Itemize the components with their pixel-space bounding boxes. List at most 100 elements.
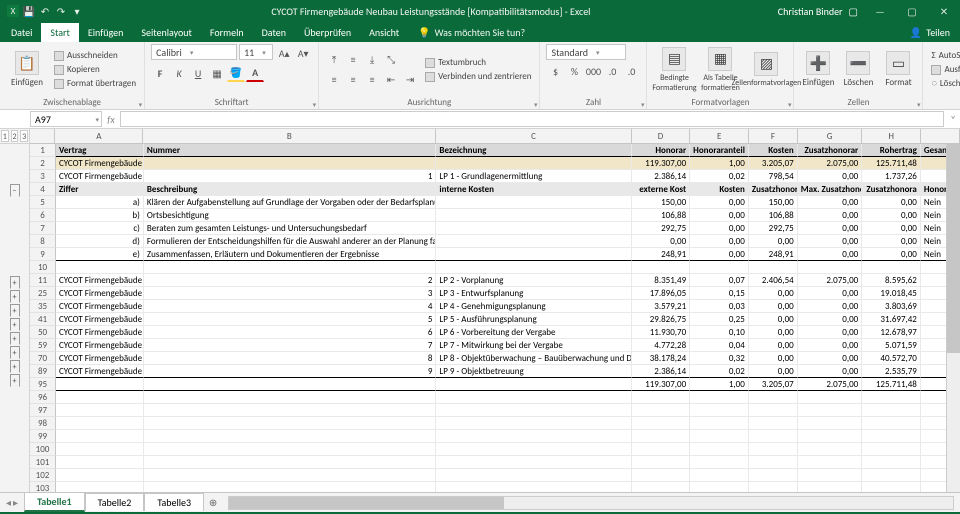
cell[interactable]: 0,00	[798, 222, 863, 235]
row-header[interactable]: 50	[30, 326, 56, 339]
col-header-A[interactable]: A	[55, 129, 143, 143]
cell[interactable]: 40.572,70	[862, 352, 921, 365]
cell[interactable]: 3.579,21	[632, 300, 691, 313]
cell-styles-button[interactable]: ▨Zellenformatvorlagen	[745, 50, 787, 90]
cell[interactable]: 0,00	[798, 170, 863, 183]
cell[interactable]: 1.737,26	[862, 170, 921, 183]
cell[interactable]: 3	[144, 287, 437, 300]
row-header[interactable]: 2	[30, 157, 56, 170]
col-header-E[interactable]: E	[690, 129, 749, 143]
cell[interactable]: 6	[144, 326, 437, 339]
horizontal-scrollbar[interactable]	[228, 496, 954, 510]
cell[interactable]: externe Kost	[632, 183, 691, 196]
cell[interactable]: 119.307,00	[632, 157, 691, 170]
cell[interactable]	[56, 443, 144, 456]
row-header[interactable]: 5	[30, 196, 56, 209]
cell[interactable]: 12.678,97	[862, 326, 921, 339]
cell[interactable]: CYCOT Firmengebäude	[56, 365, 144, 378]
cell[interactable]: 8.351,49	[632, 274, 691, 287]
tab-überprüfen[interactable]: Überprüfen	[295, 23, 360, 42]
tab-datei[interactable]: Datei	[2, 23, 41, 42]
cell[interactable]: 0,00	[862, 196, 921, 209]
cell[interactable]: 31.697,42	[862, 313, 921, 326]
cell[interactable]: 106,88	[749, 209, 798, 222]
align-top-button[interactable]: ⤒	[325, 51, 343, 69]
cell[interactable]	[632, 430, 691, 443]
conditional-format-button[interactable]: ▤Bedingte Formatierung	[653, 45, 695, 95]
cell[interactable]	[862, 482, 921, 492]
cell[interactable]: 0,00	[862, 248, 921, 261]
cell[interactable]	[862, 443, 921, 456]
minimize-button[interactable]: —	[864, 0, 896, 22]
cell[interactable]: 5	[144, 313, 437, 326]
cell[interactable]: 0,00	[798, 196, 863, 209]
row-header[interactable]: 89	[30, 365, 56, 378]
cell[interactable]: CYCOT Firmengebäude	[56, 170, 144, 183]
cell[interactable]: 1	[144, 170, 437, 183]
cell[interactable]	[749, 417, 798, 430]
cell[interactable]: 0,00	[690, 209, 749, 222]
cell[interactable]: a)	[56, 196, 144, 209]
underline-button[interactable]: U	[189, 64, 207, 82]
cell[interactable]: Vertrag	[56, 144, 144, 157]
tab-start[interactable]: Start	[41, 23, 78, 42]
cell[interactable]	[56, 456, 144, 469]
vertical-scrollbar[interactable]	[946, 144, 960, 492]
cell[interactable]	[436, 404, 631, 417]
cell[interactable]	[144, 404, 437, 417]
cell[interactable]	[862, 430, 921, 443]
cell[interactable]: Kosten	[690, 183, 749, 196]
expand-formula-button[interactable]: ˅	[946, 113, 960, 126]
cell[interactable]: 248,91	[749, 248, 798, 261]
cell[interactable]	[144, 378, 437, 391]
cell[interactable]: LP 3 - Entwurfsplanung	[436, 287, 631, 300]
row-header[interactable]: 70	[30, 352, 56, 365]
cell[interactable]: CYCOT Firmengebäude	[56, 287, 144, 300]
cell[interactable]: CYCOT Firmengebäude	[56, 274, 144, 287]
cell[interactable]: 125.711,48	[862, 157, 921, 170]
cell[interactable]	[56, 261, 144, 274]
cell[interactable]: LP 8 - Objektüberwachung – Bauüberwachun…	[436, 352, 631, 365]
cell[interactable]	[632, 482, 691, 492]
cell[interactable]	[436, 248, 631, 261]
cell[interactable]: 150,00	[632, 196, 691, 209]
cell[interactable]	[144, 157, 437, 170]
cell[interactable]	[56, 404, 144, 417]
col-header-C[interactable]: C	[436, 129, 631, 143]
cell[interactable]	[690, 456, 749, 469]
cell[interactable]: Honorar	[632, 144, 691, 157]
cell[interactable]	[436, 443, 631, 456]
cell[interactable]	[436, 222, 631, 235]
cell[interactable]: LP 5 - Ausführungsplanung	[436, 313, 631, 326]
cell[interactable]	[798, 417, 863, 430]
cell[interactable]	[632, 261, 691, 274]
cell[interactable]: 2.386,14	[632, 365, 691, 378]
cell[interactable]	[749, 456, 798, 469]
cell[interactable]	[144, 417, 437, 430]
cell[interactable]: Zusatzhonorar	[798, 144, 863, 157]
cell[interactable]: 0,00	[749, 326, 798, 339]
cell[interactable]: Beraten zum gesamten Leistungs- und Unte…	[144, 222, 437, 235]
row-header[interactable]: 7	[30, 222, 56, 235]
select-all-button[interactable]	[30, 129, 55, 143]
cell[interactable]: 0,02	[690, 170, 749, 183]
share-button[interactable]: 👤Teilen	[900, 23, 960, 42]
cell[interactable]	[690, 482, 749, 492]
col-header-B[interactable]: B	[143, 129, 436, 143]
cell[interactable]	[749, 391, 798, 404]
cell[interactable]: 3.803,69	[862, 300, 921, 313]
tab-daten[interactable]: Daten	[253, 23, 295, 42]
cell[interactable]	[798, 391, 863, 404]
cell[interactable]: 0,00	[862, 222, 921, 235]
cell[interactable]: Beschreibung	[144, 183, 437, 196]
cell[interactable]	[690, 430, 749, 443]
col-header-D[interactable]: D	[632, 129, 691, 143]
cell[interactable]: LP 1 - Grundlagenermittlung	[436, 170, 631, 183]
format-painter-button[interactable]: Format übertragen	[52, 77, 138, 90]
cell[interactable]: LP 7 - Mitwirkung bei der Vergabe	[436, 339, 631, 352]
cell[interactable]: 2.075,00	[798, 157, 863, 170]
cell[interactable]: 38.178,24	[632, 352, 691, 365]
cell[interactable]	[862, 456, 921, 469]
cell[interactable]: 0,00	[798, 365, 863, 378]
cell[interactable]: 0,00	[749, 313, 798, 326]
